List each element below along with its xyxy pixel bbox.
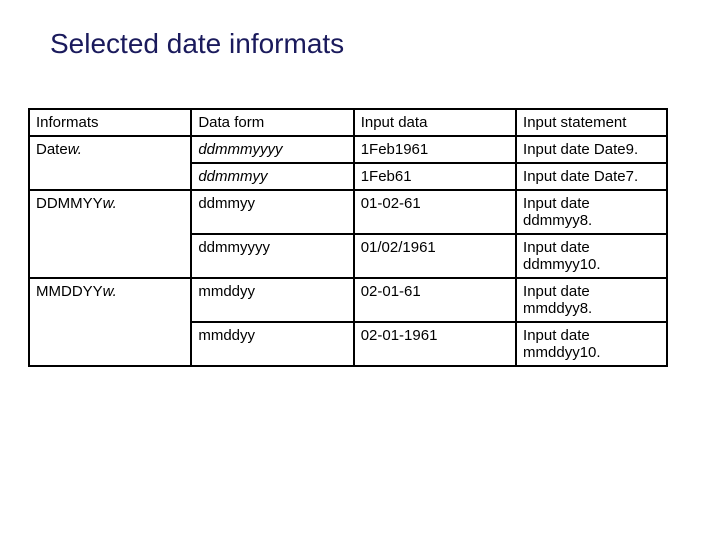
informats-table: Informats Data form Input data Input sta… — [28, 108, 668, 367]
cell-data-form: ddmmmyy — [191, 163, 353, 190]
cell-data-form: ddmmyyyy — [191, 234, 353, 278]
cell-input-data: 02-01-1961 — [354, 322, 516, 366]
cell-input-statement: Input date Date9. — [516, 136, 667, 163]
header-data-form: Data form — [191, 109, 353, 136]
header-input-statement: Input statement — [516, 109, 667, 136]
cell-input-data: 1Feb1961 — [354, 136, 516, 163]
cell-input-statement: Input date ddmmyy10. — [516, 234, 667, 278]
cell-data-form: mmddyy — [191, 322, 353, 366]
cell-informat-date: Datew. — [29, 136, 191, 190]
cell-input-data: 02-01-61 — [354, 278, 516, 322]
cell-input-data: 01-02-61 — [354, 190, 516, 234]
cell-input-data: 01/02/1961 — [354, 234, 516, 278]
table-row: DDMMYYw. ddmmyy 01-02-61 Input date ddmm… — [29, 190, 667, 234]
header-input-data: Input data — [354, 109, 516, 136]
slide-title: Selected date informats — [50, 28, 680, 60]
table-row: MMDDYYw. mmddyy 02-01-61 Input date mmdd… — [29, 278, 667, 322]
cell-data-form: ddmmyy — [191, 190, 353, 234]
table-row: Datew. ddmmmyyyy 1Feb1961 Input date Dat… — [29, 136, 667, 163]
cell-input-statement: Input date mmddyy10. — [516, 322, 667, 366]
cell-informat-ddmmyy: DDMMYYw. — [29, 190, 191, 278]
cell-input-statement: Input date Date7. — [516, 163, 667, 190]
header-informats: Informats — [29, 109, 191, 136]
cell-input-statement: Input date mmddyy8. — [516, 278, 667, 322]
cell-informat-mmddyy: MMDDYYw. — [29, 278, 191, 366]
cell-data-form: mmddyy — [191, 278, 353, 322]
cell-input-data: 1Feb61 — [354, 163, 516, 190]
table-row: Informats Data form Input data Input sta… — [29, 109, 667, 136]
cell-input-statement: Input date ddmmyy8. — [516, 190, 667, 234]
cell-data-form: ddmmmyyyy — [191, 136, 353, 163]
